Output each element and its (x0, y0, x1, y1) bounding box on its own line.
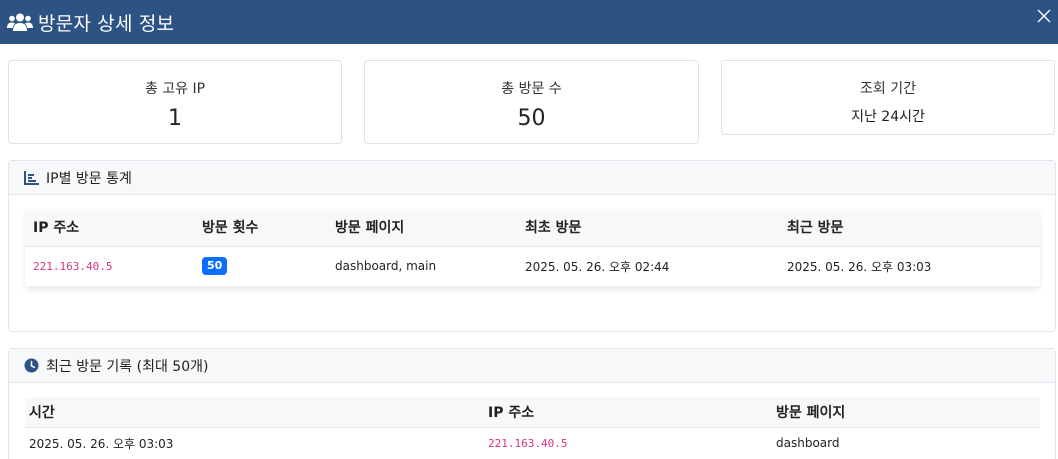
ip-stats-table: IP 주소 방문 횟수 방문 페이지 최초 방문 최근 방문 221.163.4… (25, 209, 1040, 286)
stat-label: 총 고유 IP (144, 81, 206, 97)
ip-stats-panel: IP별 방문 통계 IP 주소 방문 횟수 방문 페이지 최초 방문 최근 방문… (8, 160, 1056, 332)
column-header: 시간 (25, 397, 484, 428)
last-visit: 2025. 05. 26. 오후 03:03 (787, 259, 932, 274)
stat-label: 총 방문 수 (501, 81, 562, 97)
ip-address: 221.163.40.5 (33, 260, 113, 274)
table-header-row: IP 주소 방문 횟수 방문 페이지 최초 방문 최근 방문 (25, 209, 1040, 247)
column-header: 방문 페이지 (772, 397, 1040, 428)
table-header-row: 시간 IP 주소 방문 페이지 (25, 397, 1040, 428)
column-header: 최초 방문 (517, 209, 779, 247)
column-header: IP 주소 (484, 397, 772, 428)
visited-page: dashboard (776, 436, 840, 451)
column-header: 최근 방문 (779, 209, 1040, 247)
table-row: 221.163.40.5 50 dashboard, main 2025. 05… (25, 246, 1040, 286)
modal-title: 방문자 상세 정보 (38, 12, 175, 35)
modal-header: 방문자 상세 정보 (0, 0, 1058, 44)
visited-pages: dashboard, main (335, 259, 437, 274)
visit-count-badge: 50 (202, 257, 228, 276)
panel-title: IP별 방문 통계 (46, 170, 132, 187)
bar-chart-icon (23, 169, 40, 186)
users-icon (7, 12, 33, 32)
stat-card-total-visits: 총 방문 수 50 (364, 60, 699, 144)
column-header: 방문 횟수 (194, 209, 327, 247)
stat-card-period: 조회 기간 지난 24시간 (721, 60, 1055, 135)
first-visit: 2025. 05. 26. 오후 02:44 (525, 259, 670, 274)
panel-header: 최근 방문 기록 (최대 50개) (9, 349, 1055, 383)
stat-value: 지난 24시간 (851, 109, 925, 125)
table-row: 2025. 05. 26. 오후 03:03 221.163.40.5 dash… (25, 427, 1040, 459)
recent-visits-panel: 최근 방문 기록 (최대 50개) 시간 IP 주소 방문 페이지 2025. … (8, 348, 1056, 459)
visit-time: 2025. 05. 26. 오후 03:03 (29, 436, 174, 451)
stat-value: 50 (517, 106, 546, 131)
clock-icon (23, 357, 40, 374)
panel-title: 최근 방문 기록 (최대 50개) (46, 358, 209, 375)
recent-visits-table: 시간 IP 주소 방문 페이지 2025. 05. 26. 오후 03:03 2… (25, 397, 1040, 459)
column-header: IP 주소 (25, 209, 194, 247)
close-icon[interactable] (1034, 6, 1054, 26)
ip-address: 221.163.40.5 (488, 437, 568, 451)
column-header: 방문 페이지 (327, 209, 517, 247)
stat-card-unique-ip: 총 고유 IP 1 (8, 60, 342, 144)
panel-header: IP별 방문 통계 (9, 161, 1055, 195)
stat-label: 조회 기간 (860, 81, 916, 97)
stat-value: 1 (168, 106, 182, 131)
